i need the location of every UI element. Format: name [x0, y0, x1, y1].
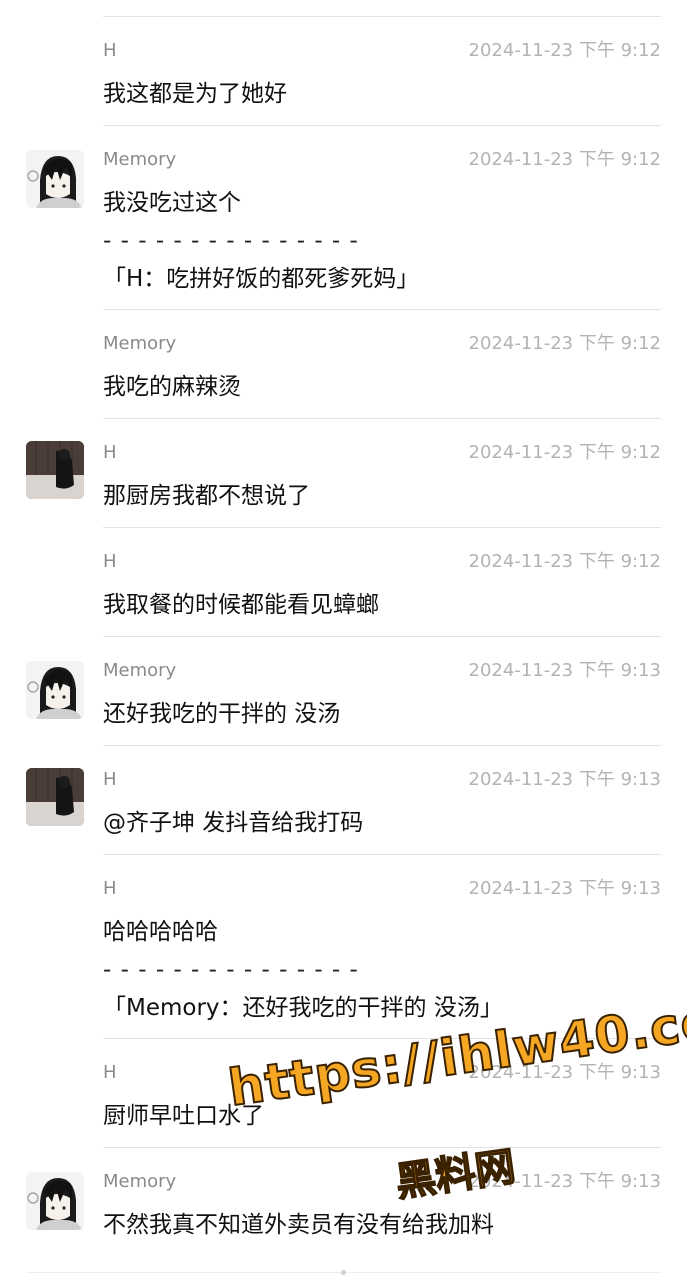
- message-item[interactable]: Memory 2024-11-23 下午 9:13 不然我真不知道外卖员有没有给…: [0, 1170, 687, 1260]
- avatar[interactable]: [26, 661, 84, 719]
- separator: [103, 418, 661, 419]
- message-text: 还好我吃的干拌的 没汤: [103, 701, 341, 727]
- quote-divider: - - - - - - - - - - - - - - -: [103, 957, 359, 983]
- message-text: 那厨房我都不想说了: [103, 483, 310, 509]
- sender-name: Memory: [103, 660, 177, 681]
- sender-name: H: [103, 1062, 117, 1083]
- message-item[interactable]: H 2024-11-23 下午 9:13 @齐子坤 发抖音给我打码: [0, 768, 687, 854]
- h-avatar-icon: [26, 441, 84, 499]
- message-time: 2024-11-23 下午 9:13: [468, 660, 661, 681]
- sender-name: Memory: [103, 149, 177, 170]
- separator: [103, 16, 661, 17]
- separator: [103, 527, 661, 528]
- message-time: 2024-11-23 下午 9:13: [468, 1171, 661, 1192]
- message-item[interactable]: H 2024-11-23 下午 9:12 我取餐的时候都能看见蟑螂: [0, 550, 687, 636]
- message-text: 我吃的麻辣烫: [103, 374, 241, 400]
- message-text: 我没吃过这个 - - - - - - - - - - - - - - - 「H：…: [103, 184, 419, 298]
- message-item[interactable]: H 2024-11-23 下午 9:13 哈哈哈哈哈 - - - - - - -…: [0, 877, 687, 1037]
- separator: [103, 1038, 661, 1039]
- sender-name: H: [103, 769, 117, 790]
- sender-name: H: [103, 442, 117, 463]
- h-avatar-icon: [26, 768, 84, 826]
- message-line: 哈哈哈哈哈: [103, 919, 218, 945]
- avatar[interactable]: [26, 768, 84, 826]
- memory-avatar-icon: [26, 150, 84, 208]
- message-time: 2024-11-23 下午 9:13: [468, 769, 661, 790]
- message-text: 我这都是为了她好: [103, 81, 287, 107]
- quote-divider: - - - - - - - - - - - - - - -: [103, 228, 359, 254]
- separator: [103, 745, 661, 746]
- message-time: 2024-11-23 下午 9:12: [468, 40, 661, 61]
- message-time: 2024-11-23 下午 9:12: [468, 442, 661, 463]
- memory-avatar-icon: [26, 661, 84, 719]
- avatar[interactable]: [26, 150, 84, 208]
- chat-history: H 2024-11-23 下午 9:12 我这都是为了她好 Memory 202…: [0, 0, 687, 1279]
- message-time: 2024-11-23 下午 9:12: [468, 333, 661, 354]
- message-time: 2024-11-23 下午 9:13: [468, 878, 661, 899]
- memory-avatar-icon: [26, 1172, 84, 1230]
- message-text: 哈哈哈哈哈 - - - - - - - - - - - - - - - 「Mem…: [103, 913, 503, 1027]
- separator: [103, 1147, 661, 1148]
- scroll-indicator: [341, 1270, 346, 1275]
- sender-name: H: [103, 878, 117, 899]
- message-time: 2024-11-23 下午 9:12: [468, 149, 661, 170]
- message-text: 不然我真不知道外卖员有没有给我加料: [103, 1212, 494, 1238]
- message-item[interactable]: H 2024-11-23 下午 9:13 厨师早吐口水了: [0, 1061, 687, 1147]
- quoted-message[interactable]: 「Memory：还好我吃的干拌的 没汤」: [103, 989, 503, 1027]
- message-text: 厨师早吐口水了: [103, 1103, 264, 1129]
- message-item[interactable]: H 2024-11-23 下午 9:12 我这都是为了她好: [0, 39, 687, 125]
- separator: [103, 125, 661, 126]
- separator: [103, 854, 661, 855]
- message-item[interactable]: Memory 2024-11-23 下午 9:12 我吃的麻辣烫: [0, 332, 687, 418]
- quoted-message[interactable]: 「H：吃拼好饭的都死爹死妈」: [103, 260, 419, 298]
- message-text: 我取餐的时候都能看见蟑螂: [103, 592, 379, 618]
- message-line: 我没吃过这个: [103, 190, 241, 216]
- sender-name: H: [103, 551, 117, 572]
- sender-name: Memory: [103, 333, 177, 354]
- message-time: 2024-11-23 下午 9:13: [468, 1062, 661, 1083]
- avatar[interactable]: [26, 441, 84, 499]
- message-item[interactable]: Memory 2024-11-23 下午 9:13 还好我吃的干拌的 没汤: [0, 659, 687, 745]
- message-time: 2024-11-23 下午 9:12: [468, 551, 661, 572]
- separator: [103, 636, 661, 637]
- message-item[interactable]: Memory 2024-11-23 下午 9:12 我没吃过这个 - - - -…: [0, 148, 687, 308]
- separator: [103, 309, 661, 310]
- sender-name: Memory: [103, 1171, 177, 1192]
- message-text: @齐子坤 发抖音给我打码: [103, 810, 364, 836]
- message-item[interactable]: H 2024-11-23 下午 9:12 那厨房我都不想说了: [0, 441, 687, 527]
- avatar[interactable]: [26, 1172, 84, 1230]
- sender-name: H: [103, 40, 117, 61]
